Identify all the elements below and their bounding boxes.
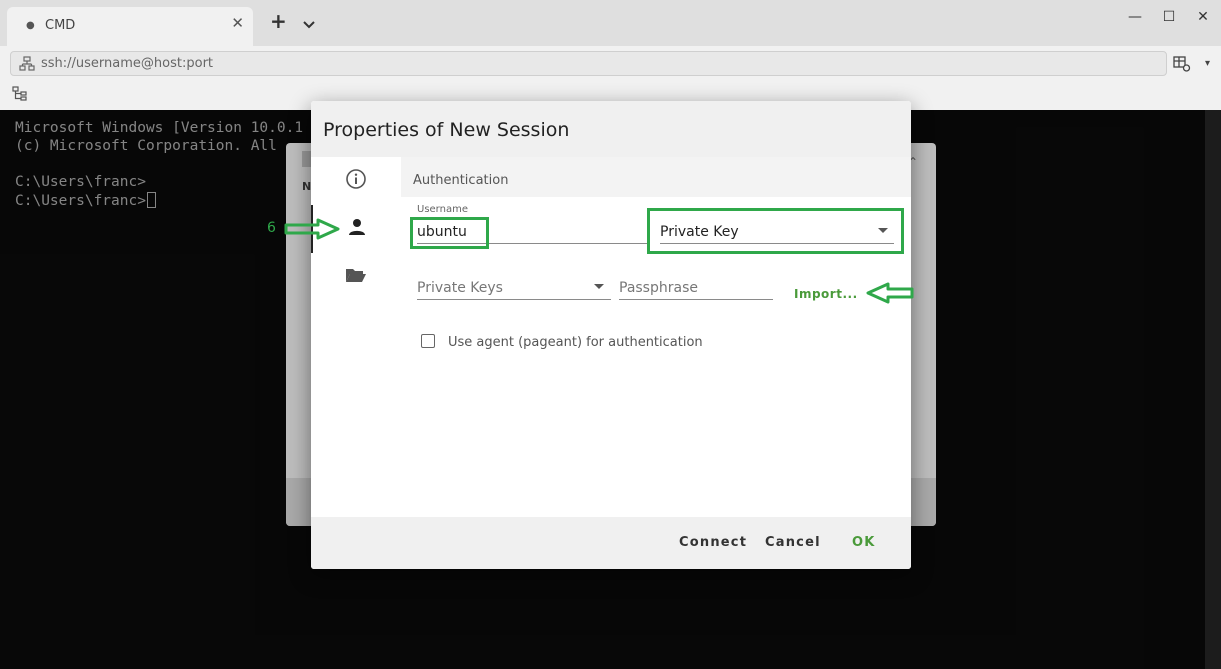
step-7-arrow-icon [866,282,914,308]
ok-button[interactable]: OK [852,535,876,550]
tab-dot-icon: ● [26,20,35,31]
connect-button[interactable]: Connect [679,535,747,550]
dialog-title: Properties of New Session [323,119,570,141]
cancel-button[interactable]: Cancel [765,535,821,550]
more-chevron-icon[interactable]: ▾ [1205,58,1210,69]
import-button[interactable]: Import... [794,287,858,301]
close-window-button[interactable]: ✕ [1188,6,1218,28]
username-label: Username [417,204,468,215]
agent-checkbox[interactable] [421,334,435,348]
private-keys-caret-icon[interactable] [594,284,604,289]
background-dialog-label: N [302,180,312,193]
sidebar-item-folder[interactable] [311,253,401,301]
sidebar-item-info[interactable] [311,157,401,205]
section-header: Authentication [401,157,911,197]
passphrase-input[interactable]: Passphrase [619,280,698,296]
tab-title: CMD [45,18,76,33]
section-title: Authentication [413,173,509,188]
address-input[interactable]: ssh://username@host:port [10,51,1167,76]
info-icon [345,168,367,194]
tree-view-icon[interactable] [12,86,28,106]
dialog-sidebar [311,157,401,517]
user-icon [347,217,367,241]
private-keys-select[interactable]: Private Keys [417,280,503,296]
session-manager-icon[interactable] [1173,56,1191,76]
private-keys-underline [417,299,611,300]
address-text: ssh://username@host:port [41,56,214,71]
tab-menu-chevron-icon[interactable] [302,15,316,34]
auth-method-highlight-box [647,208,904,254]
new-tab-button[interactable]: + [270,11,287,31]
step-6-arrow-icon [284,218,340,244]
dialog-footer: Connect Cancel OK [311,517,911,569]
tab-close-button[interactable]: ✕ [231,14,244,32]
address-bar-row: ssh://username@host:port ▾ [0,46,1221,82]
dialog-header: Properties of New Session [311,101,911,157]
network-icon [19,56,35,75]
step-6-number: 6 [267,220,276,236]
passphrase-underline [619,299,773,300]
title-bar: ● CMD ✕ + — ☐ ✕ [0,0,1221,46]
tab-cmd[interactable]: ● CMD ✕ [7,7,253,46]
maximize-button[interactable]: ☐ [1154,6,1184,28]
session-properties-dialog: Properties of New Session Authentication… [311,101,911,569]
username-highlight-box [410,217,489,249]
minimize-button[interactable]: — [1120,6,1150,28]
folder-open-icon [345,266,367,288]
agent-checkbox-label: Use agent (pageant) for authentication [448,335,703,350]
